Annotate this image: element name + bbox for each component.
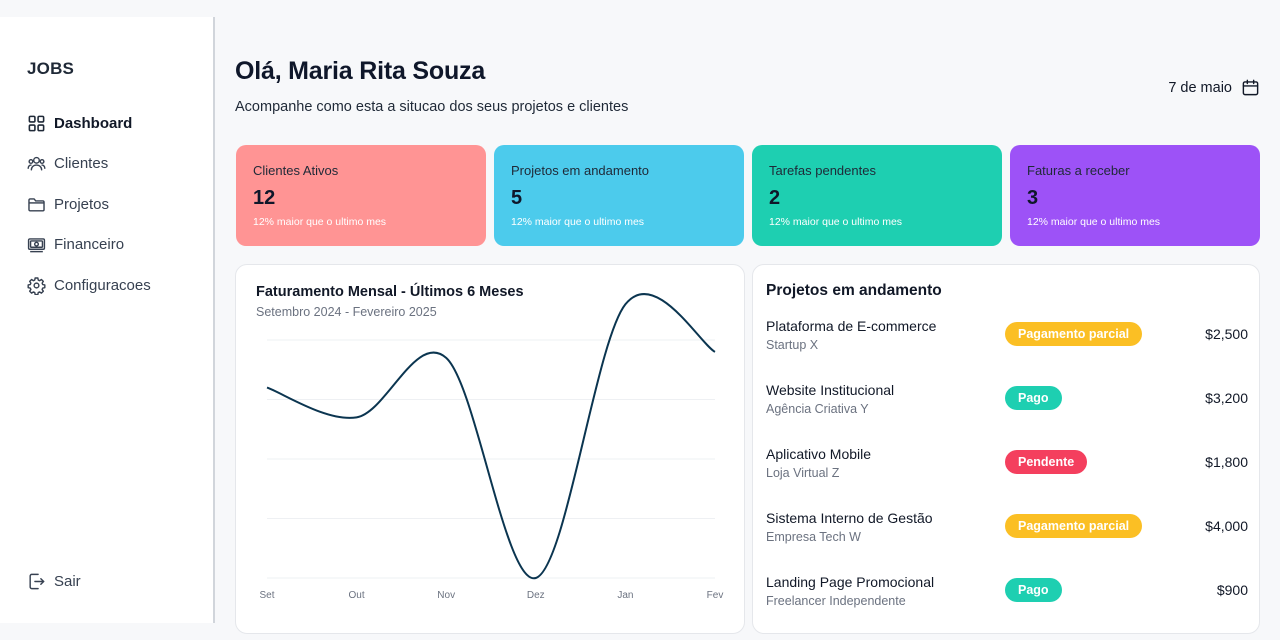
sidebar-item-label: Financeiro — [54, 236, 125, 254]
sidebar-nav: Dashboard Clientes Projetos Financeiro C… — [27, 103, 207, 306]
sidebar: JOBS Dashboard Clientes Projetos Finance… — [0, 17, 215, 623]
sidebar-item-projetos[interactable]: Projetos — [27, 184, 207, 225]
project-client: Empresa Tech W — [766, 530, 861, 544]
grid-icon — [28, 115, 45, 132]
stat-value: 12 — [253, 187, 276, 209]
stat-card-tarefas-pendentes[interactable]: Tarefas pendentes 2 12% maior que o ulti… — [752, 145, 1002, 246]
gear-icon — [27, 277, 46, 295]
banknote-icon — [27, 238, 46, 253]
status-badge: Pago — [1005, 386, 1062, 410]
stat-note: 12% maior que o ultimo mes — [1027, 216, 1161, 228]
chart-title: Faturamento Mensal - Últimos 6 Meses — [256, 284, 524, 300]
revenue-chart-card: Set Out Nov Dez Jan Fev Faturamento Mensal - … — [235, 264, 745, 634]
project-row[interactable]: Website Institucional Agência Criativa Y… — [766, 382, 1248, 426]
x-tick-label: Fev — [707, 590, 724, 601]
date-picker[interactable]: 7 de maio — [1168, 78, 1260, 97]
folder-icon — [28, 197, 45, 212]
x-tick-label: Nov — [437, 590, 455, 601]
stat-value: 3 — [1027, 187, 1039, 209]
sidebar-item-clientes[interactable]: Clientes — [27, 144, 207, 185]
x-tick-label: Set — [259, 590, 274, 601]
stat-card-clientes-ativos[interactable]: Clientes Ativos 12 12% maior que o ultim… — [236, 145, 486, 246]
sidebar-item-label: Configuracoes — [54, 276, 151, 294]
sidebar-item-label: Clientes — [54, 155, 109, 173]
logout-icon — [29, 573, 45, 590]
x-tick-label: Out — [349, 590, 365, 601]
projects-card: Projetos em andamento Plataforma de E-co… — [752, 264, 1260, 634]
stat-note: 12% maior que o ultimo mes — [253, 216, 387, 228]
project-amount: $3,200 — [1205, 390, 1248, 406]
project-name: Website Institucional — [766, 382, 895, 398]
projects-title: Projetos em andamento — [766, 282, 942, 299]
project-name: Landing Page Promocional — [766, 574, 935, 590]
project-name: Sistema Interno de Gestão — [766, 510, 933, 526]
project-amount: $1,800 — [1205, 454, 1248, 470]
project-client: Agência Criativa Y — [766, 402, 869, 416]
project-row[interactable]: Plataforma de E-commerce Startup X Pagam… — [766, 318, 1248, 362]
sidebar-item-dashboard[interactable]: Dashboard — [27, 103, 207, 144]
project-name: Plataforma de E-commerce — [766, 318, 937, 334]
sidebar-item-label: Dashboard — [54, 114, 133, 132]
sidebar-item-label: Projetos — [54, 195, 110, 213]
project-row[interactable]: Sistema Interno de Gestão Empresa Tech W… — [766, 510, 1248, 554]
brand-logo: JOBS — [27, 59, 75, 78]
status-badge: Pagamento parcial — [1005, 322, 1143, 346]
project-row[interactable]: Landing Page Promocional Freelancer Inde… — [766, 574, 1248, 618]
x-tick-label: Jan — [617, 590, 633, 601]
sidebar-item-financeiro[interactable]: Financeiro — [27, 225, 207, 266]
logout-button[interactable]: Sair — [27, 572, 81, 591]
project-row[interactable]: Aplicativo Mobile Loja Virtual Z Pendent… — [766, 446, 1248, 490]
project-amount: $900 — [1216, 582, 1248, 598]
stat-title: Clientes Ativos — [253, 163, 339, 178]
page-title: Olá, Maria Rita Souza — [235, 57, 486, 85]
status-badge: Pagamento parcial — [1005, 514, 1143, 538]
stat-card-projetos-andamento[interactable]: Projetos em andamento 5 12% maior que o … — [494, 145, 744, 246]
page-subtitle: Acompanhe como esta a situcao dos seus p… — [235, 99, 629, 115]
status-badge: Pendente — [1005, 450, 1088, 474]
revenue-chart: Set Out Nov Dez Jan Fev — [259, 293, 724, 601]
x-tick-label: Dez — [527, 590, 545, 601]
revenue-series-line — [266, 293, 716, 580]
status-badge: Pago — [1005, 578, 1062, 602]
calendar-icon — [1242, 79, 1259, 96]
stat-value: 2 — [769, 187, 781, 209]
logout-label: Sair — [54, 573, 81, 590]
project-amount: $4,000 — [1205, 518, 1248, 534]
project-client: Loja Virtual Z — [766, 466, 840, 480]
project-name: Aplicativo Mobile — [766, 446, 872, 462]
stat-card-faturas-receber[interactable]: Faturas a receber 3 12% maior que o ulti… — [1010, 145, 1260, 246]
stat-title: Faturas a receber — [1027, 163, 1130, 178]
stat-note: 12% maior que o ultimo mes — [769, 216, 903, 228]
chart-subtitle: Setembro 2024 - Fevereiro 2025 — [256, 305, 437, 319]
stat-title: Projetos em andamento — [511, 163, 650, 178]
project-client: Freelancer Independente — [766, 594, 906, 608]
stat-note: 12% maior que o ultimo mes — [511, 216, 645, 228]
stat-title: Tarefas pendentes — [769, 163, 876, 178]
sidebar-item-configuracoes[interactable]: Configuracoes — [27, 265, 207, 306]
users-icon — [27, 157, 46, 171]
project-client: Startup X — [766, 338, 819, 352]
stat-value: 5 — [511, 187, 523, 209]
project-amount: $2,500 — [1205, 326, 1248, 342]
date-label: 7 de maio — [1168, 79, 1232, 96]
